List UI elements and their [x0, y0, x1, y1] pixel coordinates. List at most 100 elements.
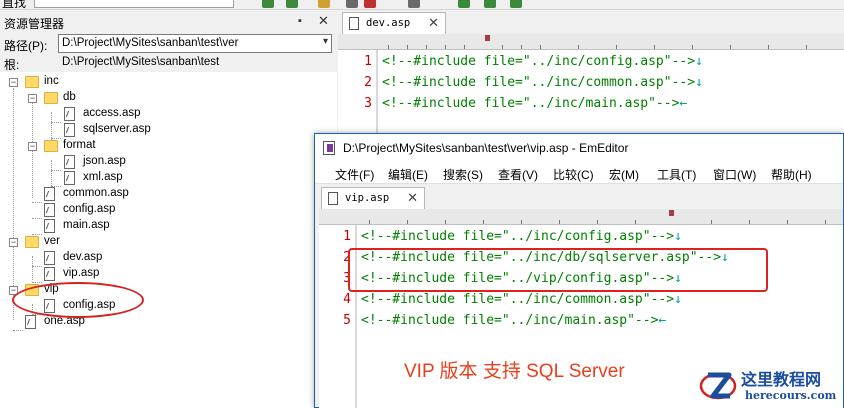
tree-folder-inc[interactable]: − inc [0, 74, 300, 90]
file-tree[interactable]: − inc − db access.asp sqlserver.asp − fo… [0, 72, 337, 408]
find-label: 直找 [2, 0, 27, 10]
title-bar[interactable]: D:\Project\MySites\sanban\test\ver\vip.a… [315, 134, 843, 162]
path-row: 路径(P): D:\Project\MySites\sanban\test\ve… [0, 34, 337, 54]
code-line: <!--#include file="../inc/config.asp"-->… [382, 54, 703, 69]
tool-icon-3[interactable] [510, 0, 522, 8]
tree-file-json[interactable]: json.asp [0, 154, 300, 170]
line-number: 3 [364, 96, 372, 111]
tree-label: config.asp [63, 203, 116, 215]
tree-label: access.asp [83, 107, 141, 119]
tool-icon-2[interactable] [484, 0, 496, 8]
menu-macro[interactable]: 宏(M) [609, 166, 639, 183]
tree-file-access[interactable]: access.asp [0, 106, 300, 122]
document-icon [328, 192, 338, 205]
menu-help[interactable]: 帮助(H) [771, 166, 812, 183]
view-icon[interactable] [408, 0, 420, 8]
root-label: 根: [4, 58, 20, 72]
path-combobox[interactable]: D:\Project\MySites\sanban\test\ver ▾ [58, 34, 332, 53]
menu-edit[interactable]: 编辑(E) [388, 166, 428, 183]
tree-file-dev[interactable]: dev.asp [0, 250, 300, 266]
file-icon [44, 187, 55, 201]
tree-file-main[interactable]: main.asp [0, 218, 300, 234]
ruler-cursor-marker [669, 210, 674, 216]
close-icon[interactable]: ✕ [318, 13, 329, 29]
find-next-icon[interactable] [262, 0, 274, 8]
menu-search[interactable]: 搜索(S) [443, 166, 483, 183]
tree-label: ver [44, 235, 60, 247]
collapse-icon[interactable]: − [28, 94, 37, 103]
line-number: 1 [343, 229, 351, 244]
line-number: 4 [343, 292, 351, 307]
menu-tools[interactable]: 工具(T) [657, 166, 696, 183]
tree-label: xml.asp [83, 171, 123, 183]
tab-bar: vip.asp ✕ [315, 185, 843, 209]
find-input[interactable] [34, 0, 234, 8]
tree-label: vip.asp [63, 267, 100, 279]
tab-dev-asp[interactable]: dev.asp ✕ [342, 12, 446, 34]
menu-file[interactable]: 文件(F) [335, 166, 374, 183]
watermark-url: herecours.com [745, 389, 837, 402]
tab-vip-asp[interactable]: vip.asp ✕ [321, 187, 425, 209]
watermark-logo-icon [699, 372, 737, 400]
tool-icon[interactable] [458, 0, 470, 8]
file-icon [64, 107, 75, 121]
tree-label: format [63, 139, 96, 151]
tree-file-config[interactable]: config.asp [0, 202, 300, 218]
folder-icon [44, 140, 58, 152]
tree-label: main.asp [63, 219, 110, 231]
chevron-down-icon[interactable]: ▾ [323, 36, 328, 47]
highlight-icon[interactable] [318, 0, 330, 8]
find-prev-icon[interactable] [286, 0, 298, 8]
code-line: <!--#include file="../inc/config.asp"-->… [361, 229, 682, 244]
search-icon[interactable] [346, 0, 358, 8]
file-icon [64, 171, 75, 185]
tree-folder-ver[interactable]: − ver [0, 234, 300, 250]
line-number: 2 [364, 75, 372, 90]
menu-bar: 文件(F) 编辑(E) 搜索(S) 查看(V) 比较(C) 宏(M) 工具(T)… [315, 162, 843, 184]
file-icon [44, 251, 55, 265]
font-icon[interactable] [364, 0, 376, 8]
emeditor-icon [323, 141, 335, 155]
line-number: 5 [343, 313, 351, 328]
path-value: D:\Project\MySites\sanban\test\ver [62, 37, 239, 49]
tree-label: dev.asp [63, 251, 103, 263]
tree-folder-format[interactable]: − format [0, 138, 300, 154]
code-line: <!--#include file="../inc/main.asp"-->← [361, 313, 667, 328]
ruler-cursor-marker [485, 35, 490, 41]
code-line: <!--#include file="../inc/main.asp"-->← [382, 96, 688, 111]
menu-compare[interactable]: 比较(C) [553, 166, 594, 183]
root-value: D:\Project\MySites\sanban\test [62, 56, 220, 68]
ruler [319, 209, 843, 225]
window-title: D:\Project\MySites\sanban\test\ver\vip.a… [343, 141, 629, 155]
tree-label: inc [44, 75, 59, 87]
collapse-icon[interactable]: − [9, 238, 18, 247]
tree-file-one[interactable]: one.asp [0, 314, 300, 330]
tab-bar: dev.asp ✕ [338, 10, 844, 34]
tree-file-sqlserver[interactable]: sqlserver.asp [0, 122, 300, 138]
tree-file-common[interactable]: common.asp [0, 186, 300, 202]
line-number: 1 [364, 54, 372, 69]
collapse-icon[interactable]: − [9, 78, 18, 87]
explorer-title: 资源管理器 [4, 17, 65, 31]
collapse-icon[interactable]: − [28, 142, 37, 151]
close-icon[interactable]: ✕ [407, 190, 418, 206]
ruler [338, 34, 844, 50]
annotation-rectangle [348, 248, 768, 292]
explorer-header: 资源管理器 ▪ ✕ [0, 10, 337, 34]
caption-text: VIP 版本 支持 SQL Server [404, 361, 625, 382]
tree-file-xml[interactable]: xml.asp [0, 170, 300, 186]
tree-folder-db[interactable]: − db [0, 90, 300, 106]
tab-label: dev.asp [366, 17, 411, 29]
file-icon [64, 123, 75, 137]
root-row: 根: D:\Project\MySites\sanban\test [0, 54, 337, 72]
close-icon[interactable]: ✕ [428, 15, 439, 31]
tree-label: common.asp [63, 187, 129, 199]
menu-view[interactable]: 查看(V) [498, 166, 538, 183]
pin-icon[interactable]: ▪ [298, 15, 302, 27]
top-toolbar: 直找 [0, 0, 844, 10]
tree-file-vip[interactable]: vip.asp [0, 266, 300, 282]
tab-label: vip.asp [345, 192, 390, 204]
folder-icon [44, 92, 58, 104]
menu-window[interactable]: 窗口(W) [713, 166, 756, 183]
watermark-name: 这里教程网 [741, 370, 822, 389]
